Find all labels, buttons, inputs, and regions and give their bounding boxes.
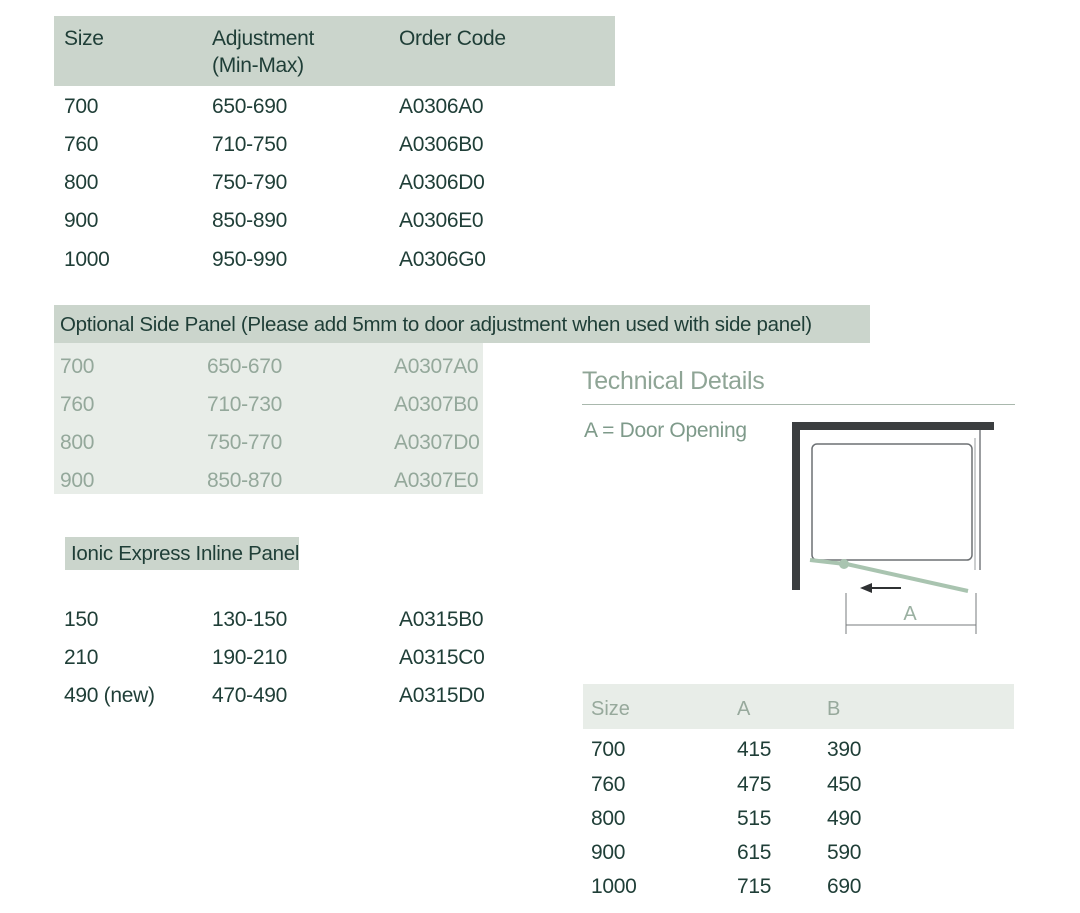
header-b: B — [827, 698, 841, 720]
order-code-cell: A0306A0 — [399, 95, 484, 118]
a-cell: 475 — [737, 773, 772, 796]
size-cell: 700 — [591, 738, 626, 761]
slide-arrow-head — [860, 583, 872, 593]
header-adjustment: Adjustment — [212, 27, 315, 50]
order-code-cell: A0315D0 — [399, 684, 485, 707]
adjustment-cell: 750-790 — [212, 171, 287, 194]
wall-left — [792, 422, 800, 590]
adjustment-cell: 710-750 — [212, 133, 287, 156]
size-cell: 800 — [64, 171, 99, 194]
b-cell: 590 — [827, 841, 862, 864]
header-size: Size — [591, 698, 630, 720]
a-cell: 415 — [737, 738, 772, 761]
dimension-table-header — [583, 684, 1014, 729]
b-cell: 690 — [827, 875, 862, 898]
main-table-header — [54, 16, 615, 86]
size-cell: 760 — [591, 773, 626, 796]
b-cell: 490 — [827, 807, 862, 830]
size-cell: 760 — [64, 133, 99, 156]
a-cell: 715 — [737, 875, 772, 898]
order-code-cell: A0306D0 — [399, 171, 485, 194]
b-cell: 390 — [827, 738, 862, 761]
size-cell: 490 (new) — [64, 684, 155, 707]
shower-tray — [811, 443, 973, 561]
size-cell: 210 — [64, 646, 99, 669]
size-cell: 900 — [64, 209, 99, 232]
header-adjustment-range: (Min-Max) — [212, 54, 304, 77]
header-order-code: Order Code — [399, 27, 506, 50]
order-code-cell: A0315B0 — [399, 608, 484, 631]
inline-panel-title: Ionic Express Inline Panel — [71, 542, 300, 565]
adjustment-cell: 950-990 — [212, 248, 287, 271]
size-cell: 700 — [64, 95, 99, 118]
adjustment-cell: 710-730 — [207, 393, 282, 416]
technical-divider — [582, 404, 1015, 405]
adjustment-cell: 850-890 — [212, 209, 287, 232]
adjustment-cell: 470-490 — [212, 684, 287, 707]
header-a: A — [737, 698, 751, 720]
order-code-cell: A0306E0 — [399, 209, 484, 232]
size-cell: 150 — [64, 608, 99, 631]
adjustment-cell: 190-210 — [212, 646, 287, 669]
side-panel-title: Optional Side Panel (Please add 5mm to d… — [60, 313, 812, 336]
dimension-label: A — [903, 603, 917, 625]
order-code-cell: A0315C0 — [399, 646, 485, 669]
adjustment-cell: 650-690 — [212, 95, 287, 118]
order-code-cell: A0306B0 — [399, 133, 484, 156]
size-cell: 760 — [60, 393, 95, 416]
a-cell: 615 — [737, 841, 772, 864]
technical-title: Technical Details — [582, 367, 765, 395]
adjustment-cell: 130-150 — [212, 608, 287, 631]
size-cell: 700 — [60, 355, 95, 378]
adjustment-cell: 850-870 — [207, 469, 282, 492]
door-diagram: A — [792, 422, 994, 634]
adjustment-cell: 650-670 — [207, 355, 282, 378]
size-cell: 900 — [591, 841, 626, 864]
header-size: Size — [64, 27, 104, 50]
size-cell: 900 — [60, 469, 95, 492]
adjustment-cell: 750-770 — [207, 431, 282, 454]
order-code-cell: A0307B0 — [394, 393, 479, 416]
size-cell: 800 — [591, 807, 626, 830]
wall-top — [792, 422, 994, 430]
a-cell: 515 — [737, 807, 772, 830]
order-code-cell: A0307D0 — [394, 431, 480, 454]
size-cell: 1000 — [591, 875, 637, 898]
order-code-cell: A0307E0 — [394, 469, 479, 492]
order-code-cell: A0306G0 — [399, 248, 486, 271]
sliding-door — [841, 561, 969, 593]
door-pivot — [839, 559, 849, 569]
order-code-cell: A0307A0 — [394, 355, 479, 378]
technical-legend: A = Door Opening — [584, 419, 747, 442]
size-cell: 800 — [60, 431, 95, 454]
size-cell: 1000 — [64, 248, 110, 271]
b-cell: 450 — [827, 773, 862, 796]
